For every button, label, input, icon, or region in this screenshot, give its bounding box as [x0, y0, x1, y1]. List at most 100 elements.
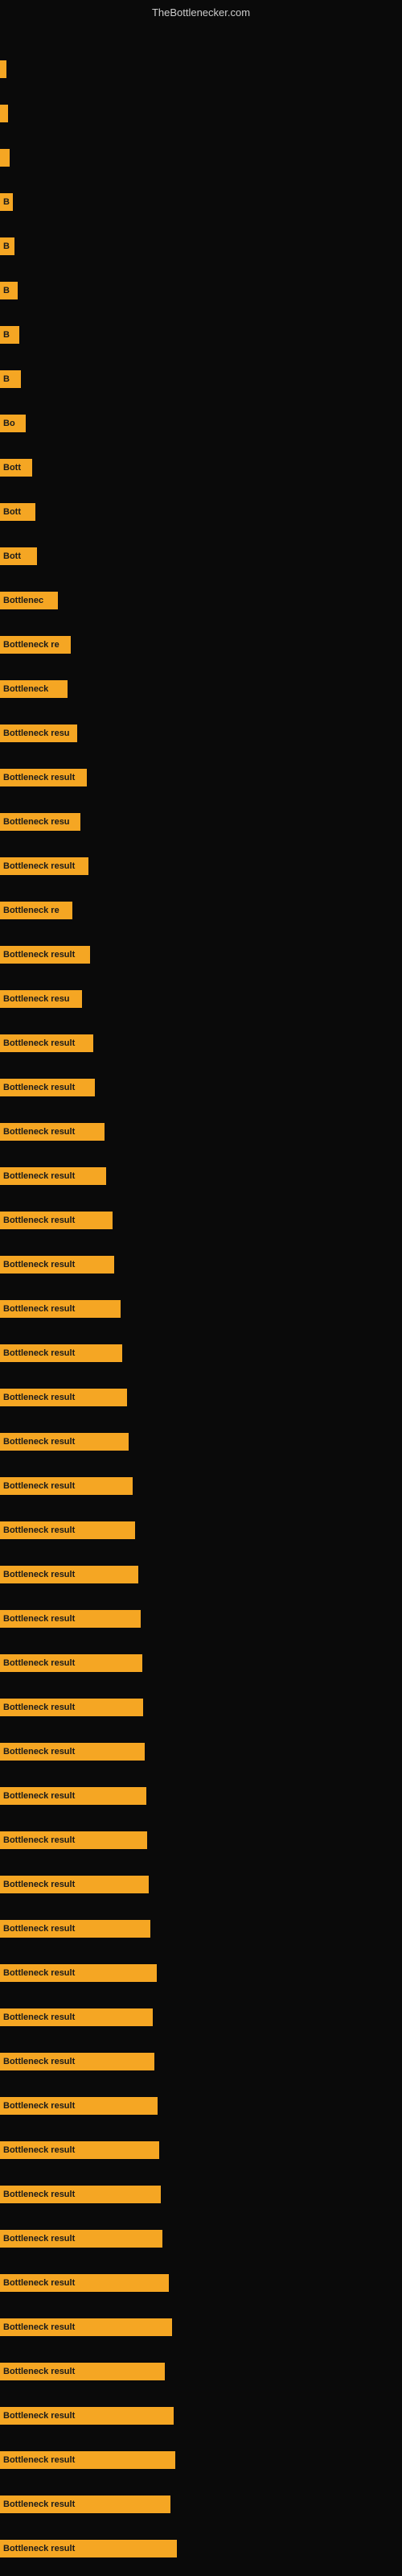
bar-item: B: [0, 282, 18, 299]
bar-label: Bottleneck result: [0, 1831, 147, 1849]
bar-label: Bottleneck result: [0, 2451, 175, 2469]
bar-label: Bottleneck result: [0, 1300, 121, 1318]
bar-label: [0, 149, 10, 167]
bar-item: Bottleneck re: [0, 636, 71, 654]
bar-item: Bottleneck result: [0, 946, 90, 964]
bar-label: Bottleneck result: [0, 2318, 172, 2336]
bar-item: Bottleneck result: [0, 2318, 172, 2336]
bar-item: Bottleneck result: [0, 1477, 133, 1495]
bar-item: Bo: [0, 415, 26, 432]
bar-item: Bottleneck result: [0, 1344, 122, 1362]
bar-label: Bottleneck result: [0, 1212, 113, 1229]
bar-item: Bottleneck result: [0, 1389, 127, 1406]
bar-label: Bottleneck result: [0, 2186, 161, 2203]
bar-label: Bo: [0, 415, 26, 432]
bar-item: Bottleneck resu: [0, 990, 82, 1008]
bar-item: Bottleneck result: [0, 2363, 165, 2380]
bar-label: Bottleneck result: [0, 2053, 154, 2070]
bar-item: Bottleneck result: [0, 1610, 141, 1628]
bar-label: Bottleneck result: [0, 1344, 122, 1362]
bar-label: B: [0, 326, 19, 344]
bar-item: Bottleneck result: [0, 1123, 105, 1141]
bar-label: Bottleneck result: [0, 1521, 135, 1539]
bar-item: Bottleneck result: [0, 1256, 114, 1274]
bar-label: Bottleneck result: [0, 857, 88, 875]
bar-item: Bottleneck result: [0, 1743, 145, 1761]
bar-label: Bott: [0, 459, 32, 477]
bar-item: Bottleneck result: [0, 2008, 153, 2026]
bar-label: Bottleneck re: [0, 636, 71, 654]
bar-item: Bottleneck result: [0, 1167, 106, 1185]
bar-item: Bottleneck result: [0, 2230, 162, 2248]
bar-label: Bottleneck result: [0, 2230, 162, 2248]
bar-label: Bottleneck result: [0, 2008, 153, 2026]
bar-item: Bottleneck result: [0, 2141, 159, 2159]
bar-item: Bottleneck result: [0, 2496, 170, 2513]
site-title: TheBottlenecker.com: [152, 6, 250, 19]
bar-item: Bott: [0, 503, 35, 521]
bar-label: Bottleneck result: [0, 1876, 149, 1893]
bar-label: Bottleneck result: [0, 1964, 157, 1982]
bar-label: Bottlenec: [0, 592, 58, 609]
bar-item: Bottleneck result: [0, 1831, 147, 1849]
bar-label: B: [0, 282, 18, 299]
bar-label: Bottleneck resu: [0, 813, 80, 831]
bar-item: Bott: [0, 459, 32, 477]
bar-label: Bottleneck result: [0, 1787, 146, 1805]
bar-label: Bottleneck result: [0, 1610, 141, 1628]
bar-item: Bottleneck result: [0, 1876, 149, 1893]
bar-label: B: [0, 370, 21, 388]
bar-item: Bottleneck result: [0, 1079, 95, 1096]
bar-item: Bottleneck resu: [0, 813, 80, 831]
bar-label: [0, 105, 8, 122]
bar-item: [0, 105, 8, 122]
bar-label: Bottleneck result: [0, 1389, 127, 1406]
bar-label: Bottleneck result: [0, 1167, 106, 1185]
bar-label: B: [0, 193, 13, 211]
bar-label: Bottleneck result: [0, 1920, 150, 1938]
bar-item: Bottleneck result: [0, 1566, 138, 1583]
bar-item: Bottleneck re: [0, 902, 72, 919]
bar-label: Bottleneck result: [0, 2097, 158, 2115]
bar-item: [0, 149, 10, 167]
bar-label: Bottleneck result: [0, 1123, 105, 1141]
bar-label: Bottleneck result: [0, 1433, 129, 1451]
bar-item: Bottleneck result: [0, 2451, 175, 2469]
bar-label: Bottleneck result: [0, 1477, 133, 1495]
bar-item: Bottleneck result: [0, 1300, 121, 1318]
bar-item: Bottleneck result: [0, 857, 88, 875]
bar-item: Bottleneck result: [0, 1433, 129, 1451]
bar-label: Bottleneck result: [0, 1566, 138, 1583]
bar-item: Bottleneck: [0, 680, 68, 698]
bar-item: Bottleneck result: [0, 769, 87, 786]
bar-item: B: [0, 193, 13, 211]
bar-label: Bottleneck result: [0, 2407, 174, 2425]
bar-item: Bottleneck result: [0, 1034, 93, 1052]
bar-label: Bottleneck re: [0, 902, 72, 919]
bar-item: [0, 60, 6, 78]
bar-label: Bottleneck result: [0, 1256, 114, 1274]
bar-label: Bottleneck result: [0, 2496, 170, 2513]
bar-item: Bottleneck result: [0, 2274, 169, 2292]
bar-label: Bottleneck result: [0, 1079, 95, 1096]
bar-item: Bottleneck resu: [0, 724, 77, 742]
bar-item: Bottleneck result: [0, 1787, 146, 1805]
bar-label: Bottleneck result: [0, 769, 87, 786]
bar-label: Bottleneck result: [0, 2363, 165, 2380]
bar-label: Bottleneck result: [0, 2141, 159, 2159]
bar-item: Bottleneck result: [0, 2053, 154, 2070]
bar-label: Bott: [0, 547, 37, 565]
bar-item: Bottleneck result: [0, 1920, 150, 1938]
bar-label: Bottleneck resu: [0, 724, 77, 742]
bar-item: Bottleneck result: [0, 2186, 161, 2203]
bar-item: Bottlenec: [0, 592, 58, 609]
bar-label: Bottleneck result: [0, 1034, 93, 1052]
bar-label: Bottleneck result: [0, 1699, 143, 1716]
bar-item: Bottleneck result: [0, 1654, 142, 1672]
bar-item: Bottleneck result: [0, 2407, 174, 2425]
bar-item: Bott: [0, 547, 37, 565]
bar-label: B: [0, 237, 14, 255]
bar-item: B: [0, 370, 21, 388]
bar-item: B: [0, 326, 19, 344]
bar-label: Bottleneck result: [0, 1654, 142, 1672]
